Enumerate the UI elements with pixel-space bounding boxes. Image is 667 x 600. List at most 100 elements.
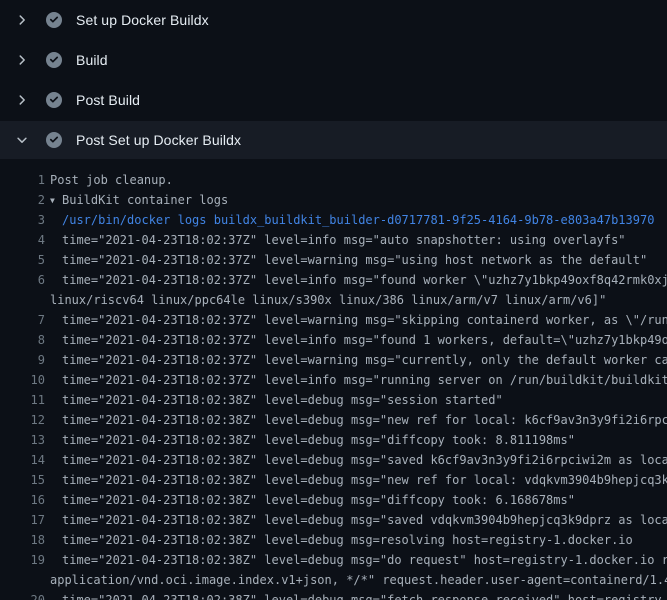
log-line: linux/riscv64 linux/ppc64le linux/s390x … [0,290,667,310]
log-line-content: time="2021-04-23T18:02:38Z" level=debug … [62,413,667,427]
check-circle-icon [46,92,62,108]
log-line: 12 time="2021-04-23T18:02:38Z" level=deb… [0,410,667,430]
log-line: 7 time="2021-04-23T18:02:37Z" level=warn… [0,310,667,330]
log-line-content: time="2021-04-23T18:02:37Z" level=warnin… [62,353,667,367]
log-line: 15 time="2021-04-23T18:02:38Z" level=deb… [0,470,667,490]
step-section-title: Build [76,52,108,68]
log-line-text: time="2021-04-23T18:02:38Z" level=debug … [62,430,667,450]
log-line-text: time="2021-04-23T18:02:38Z" level=debug … [62,450,667,470]
log-line-content: time="2021-04-23T18:02:37Z" level=info m… [62,233,626,247]
step-section-header[interactable]: Build [0,40,667,80]
log-line-number[interactable]: 1 [0,170,45,190]
step-section-title: Set up Docker Buildx [76,12,209,28]
log-line: 8 time="2021-04-23T18:02:37Z" level=info… [0,330,667,350]
log-line: 4 time="2021-04-23T18:02:37Z" level=info… [0,230,667,250]
log-line: 20 time="2021-04-23T18:02:38Z" level=deb… [0,590,667,600]
log-line-number[interactable]: 10 [0,370,45,390]
log-line-number[interactable]: 9 [0,350,45,370]
log-line-content: time="2021-04-23T18:02:38Z" level=debug … [62,593,667,600]
log-line: 10 time="2021-04-23T18:02:37Z" level=inf… [0,370,667,390]
log-line-number[interactable]: 20 [0,590,45,600]
log-line-content: time="2021-04-23T18:02:38Z" level=debug … [62,393,503,407]
log-line-content: time="2021-04-23T18:02:37Z" level=info m… [62,273,667,287]
step-section-header[interactable]: Post Build [0,80,667,120]
log-line-content: time="2021-04-23T18:02:38Z" level=debug … [62,453,667,467]
log-line-text: time="2021-04-23T18:02:38Z" level=debug … [62,490,667,510]
log-line-number[interactable]: 12 [0,410,45,430]
log-line-number[interactable]: 16 [0,490,45,510]
log-line-content: time="2021-04-23T18:02:38Z" level=debug … [62,553,667,567]
log-line: 5 time="2021-04-23T18:02:37Z" level=warn… [0,250,667,270]
log-line-content: time="2021-04-23T18:02:37Z" level=info m… [62,373,667,387]
log-line-content: linux/riscv64 linux/ppc64le linux/s390x … [50,293,606,307]
log-line-number[interactable]: 8 [0,330,45,350]
log-line-text: time="2021-04-23T18:02:38Z" level=debug … [62,590,667,600]
step-section-header[interactable]: Post Set up Docker Buildx [0,121,667,159]
log-line-text: application/vnd.oci.image.index.v1+json,… [50,570,667,590]
log-line-number[interactable] [0,570,45,590]
log-line-number[interactable]: 17 [0,510,45,530]
log-line-content: time="2021-04-23T18:02:38Z" level=debug … [62,433,575,447]
step-log-output: 1 Post job cleanup. 2 ▼BuildKit containe… [0,159,667,600]
log-line: 6 time="2021-04-23T18:02:37Z" level=info… [0,270,667,290]
log-line-number[interactable]: 6 [0,270,45,290]
log-line-text: ▼BuildKit container logs [50,190,667,210]
log-line: 1 Post job cleanup. [0,170,667,190]
log-line-text: time="2021-04-23T18:02:37Z" level=warnin… [62,250,667,270]
log-line-content: application/vnd.oci.image.index.v1+json,… [50,573,667,587]
log-line-text: time="2021-04-23T18:02:37Z" level=info m… [62,270,667,290]
log-line-text: linux/riscv64 linux/ppc64le linux/s390x … [50,290,667,310]
log-line: 18 time="2021-04-23T18:02:38Z" level=deb… [0,530,667,550]
log-line-text: Post job cleanup. [50,170,667,190]
log-line-content: time="2021-04-23T18:02:37Z" level=warnin… [62,313,667,327]
log-line: 11 time="2021-04-23T18:02:38Z" level=deb… [0,390,667,410]
log-line: 2 ▼BuildKit container logs [0,190,667,210]
log-line: 3 /usr/bin/docker logs buildx_buildkit_b… [0,210,667,230]
log-line-content: BuildKit container logs [62,193,228,207]
chevron-right-icon [15,13,29,27]
log-line-content: time="2021-04-23T18:02:37Z" level=warnin… [62,253,647,267]
chevron-down-icon [15,133,29,147]
check-circle-icon [46,12,62,28]
group-toggle-triangle-icon[interactable]: ▼ [50,191,62,210]
log-line-text: time="2021-04-23T18:02:38Z" level=debug … [62,410,667,430]
step-section-title: Post Build [76,92,140,108]
log-line-text: time="2021-04-23T18:02:38Z" level=debug … [62,470,667,490]
log-line-number[interactable]: 15 [0,470,45,490]
log-line: 17 time="2021-04-23T18:02:38Z" level=deb… [0,510,667,530]
log-line-text: time="2021-04-23T18:02:37Z" level=warnin… [62,310,667,330]
log-line-content: time="2021-04-23T18:02:38Z" level=debug … [62,533,633,547]
log-line-content: time="2021-04-23T18:02:37Z" level=info m… [62,333,667,347]
log-line-text: time="2021-04-23T18:02:38Z" level=debug … [62,390,667,410]
log-line-number[interactable]: 11 [0,390,45,410]
log-line-number[interactable]: 3 [0,210,45,230]
check-circle-icon [46,52,62,68]
step-section-title: Post Set up Docker Buildx [76,132,241,148]
log-line-number[interactable]: 4 [0,230,45,250]
log-line: application/vnd.oci.image.index.v1+json,… [0,570,667,590]
log-line-number[interactable]: 13 [0,430,45,450]
chevron-right-icon [15,93,29,107]
check-circle-icon [46,132,62,148]
log-line-number[interactable]: 14 [0,450,45,470]
job-steps-list: Set up Docker Buildx Build P [0,0,667,159]
log-line-text: time="2021-04-23T18:02:38Z" level=debug … [62,550,667,570]
log-line-text: time="2021-04-23T18:02:38Z" level=debug … [62,530,667,550]
log-line: 19 time="2021-04-23T18:02:38Z" level=deb… [0,550,667,570]
log-line-number[interactable]: 7 [0,310,45,330]
log-line-text: /usr/bin/docker logs buildx_buildkit_bui… [62,210,667,230]
log-line: 14 time="2021-04-23T18:02:38Z" level=deb… [0,450,667,470]
chevron-right-icon [15,53,29,67]
log-line-number[interactable]: 2 [0,190,45,210]
log-line-text: time="2021-04-23T18:02:37Z" level=warnin… [62,350,667,370]
log-line-text: time="2021-04-23T18:02:38Z" level=debug … [62,510,667,530]
log-line-number[interactable] [0,290,45,310]
log-line-text: time="2021-04-23T18:02:37Z" level=info m… [62,370,667,390]
log-line-number[interactable]: 5 [0,250,45,270]
step-section-header[interactable]: Set up Docker Buildx [0,0,667,40]
log-line: 9 time="2021-04-23T18:02:37Z" level=warn… [0,350,667,370]
log-line-number[interactable]: 19 [0,550,45,570]
log-line-content: time="2021-04-23T18:02:38Z" level=debug … [62,513,667,527]
log-line-number[interactable]: 18 [0,530,45,550]
log-line-content: /usr/bin/docker logs buildx_buildkit_bui… [62,213,654,227]
